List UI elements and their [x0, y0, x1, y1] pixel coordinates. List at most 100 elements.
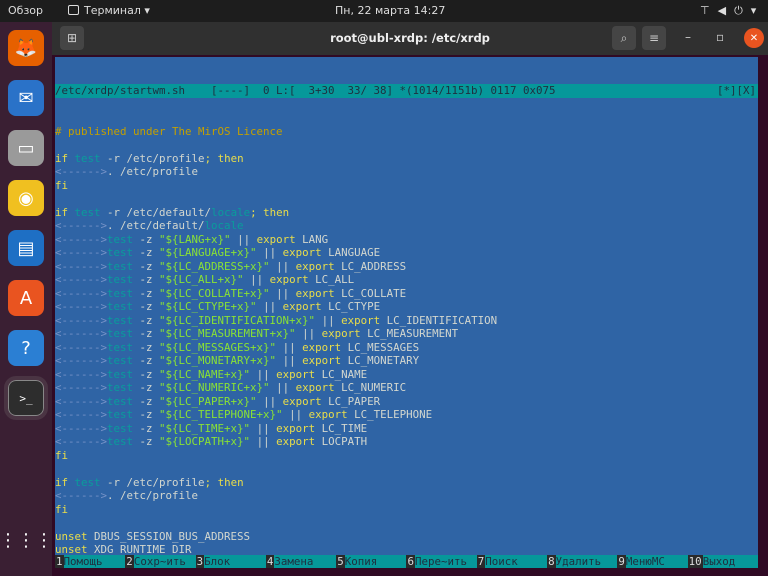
code-line: <------>test -z "${LC_ADDRESS+x}" || exp…: [55, 260, 758, 274]
terminal-icon[interactable]: >_: [4, 376, 48, 420]
code-token-op: -z: [133, 340, 160, 354]
code-token-cmd: test: [74, 205, 101, 219]
code-token-op: -z: [133, 259, 160, 273]
menu-button[interactable]: ≡: [642, 26, 666, 50]
search-button[interactable]: ⌕: [612, 26, 636, 50]
code-token-op: LC_COLLATE: [334, 286, 407, 300]
code-token-op: DBUS_SESSION_BUS_ADDRESS: [87, 529, 251, 543]
code-token-op: ||: [230, 232, 257, 246]
fkey-label: Блок: [204, 555, 266, 568]
code-token-op: ||: [250, 367, 277, 381]
code-token-op: LC_TIME: [315, 421, 368, 435]
fkey-2-button[interactable]: 2 Сохр~ить: [125, 555, 196, 568]
code-token-kw: unset: [55, 529, 88, 543]
fkey-1-button[interactable]: 1 Помощь: [55, 555, 126, 568]
code-token-op: -z: [133, 381, 160, 394]
app-menu[interactable]: Терминал ▾: [68, 4, 150, 17]
terminal-area[interactable]: /etc/xrdp/startwm.sh [----] 0 L:[ 3+30 3…: [52, 55, 768, 576]
code-token-cmd: test: [107, 340, 134, 354]
code-token-kw: export: [321, 327, 361, 340]
power-icon: ⏻: [734, 4, 751, 17]
thunderbird-icon[interactable]: ✉: [8, 80, 44, 116]
code-token-cmd: test: [107, 313, 134, 327]
fkey-number: 9: [617, 555, 626, 568]
code-token-op: LC_MESSAGES: [341, 340, 420, 354]
status-flags[interactable]: [*][X]: [717, 84, 756, 98]
code-token-tab: <------>: [55, 394, 108, 408]
code-token-op: -z: [133, 367, 160, 381]
code-token-tab: <------>: [55, 327, 108, 340]
code-token-str: "${LC_PAPER+x}": [159, 394, 257, 408]
code-token-kw: fi: [55, 178, 69, 192]
code-token-cmd: test: [107, 408, 134, 421]
mcedit-editor[interactable]: /etc/xrdp/startwm.sh [----] 0 L:[ 3+30 3…: [55, 57, 758, 568]
code-token-str: "${LOCPATH+x}": [159, 435, 251, 448]
code-line: <------>test -z "${LC_MEASUREMENT+x}" ||…: [55, 327, 758, 341]
code-token-op: LC_IDENTIFICATION: [380, 313, 498, 327]
code-line: if test -r /etc/profile; then: [55, 152, 758, 166]
code-line: <------>. /etc/profile: [55, 489, 758, 503]
fkey-7-button[interactable]: 7 Поиск: [476, 555, 548, 568]
code-token-cmd: test: [107, 421, 134, 435]
help-icon[interactable]: ?: [8, 330, 44, 366]
code-area[interactable]: # published under The MirOS Licence if te…: [55, 125, 758, 569]
code-token-kw: export: [256, 232, 296, 246]
code-token-op: ||: [256, 300, 283, 313]
fkey-8-button[interactable]: 8 Удалить: [547, 555, 618, 568]
code-token-str: "${LC_NAME+x}": [159, 367, 251, 381]
fkey-5-button[interactable]: 5 Копия: [336, 555, 407, 568]
software-icon[interactable]: A: [8, 280, 44, 316]
fkey-10-button[interactable]: 10 Выход: [687, 555, 758, 568]
code-token-kw: export: [276, 435, 316, 448]
code-token-op: -z: [133, 232, 160, 246]
code-token-str: "${LC_NUMERIC+x}": [159, 381, 270, 394]
code-token-op: -z: [133, 408, 160, 421]
code-token-kw: if: [55, 205, 69, 219]
code-token-op: LC_NUMERIC: [334, 381, 407, 394]
fkey-6-button[interactable]: 6 Пере~ить: [406, 555, 477, 568]
code-line: fi: [55, 503, 758, 517]
maximize-button[interactable]: ▫: [716, 30, 724, 44]
show-apps-icon[interactable]: ⋮⋮⋮: [0, 522, 53, 558]
code-token-str: "${LC_COLLATE+x}": [159, 286, 270, 300]
code-line: if test -r /etc/profile; then: [55, 476, 758, 490]
code-token-kw: export: [282, 394, 322, 408]
function-key-bar: 1 Помощь 2 Сохр~ить 3 Блок 4 Замена 5 Копия 6 Пере~…: [55, 555, 758, 568]
code-token-op: ||: [276, 354, 303, 367]
code-token-tab: <------>: [55, 381, 108, 394]
clock[interactable]: Пн, 22 марта 14:27: [335, 4, 445, 17]
writer-icon[interactable]: ▤: [8, 230, 44, 266]
code-line: <------>test -z "${LC_PAPER+x}" || expor…: [55, 395, 758, 409]
code-token-kw: ; then: [204, 475, 244, 489]
code-token-str: "${LANG+x}": [159, 232, 231, 246]
fkey-9-button[interactable]: 9 МенюМС: [617, 555, 688, 568]
fkey-3-button[interactable]: 3 Блок: [195, 555, 266, 568]
close-button[interactable]: ✕: [744, 28, 764, 48]
code-line: <------>test -z "${LC_MESSAGES+x}" || ex…: [55, 341, 758, 355]
rhythmbox-icon[interactable]: ◉: [8, 180, 44, 216]
app-menu-label: Терминал ▾: [84, 4, 150, 17]
code-token-op: -z: [133, 313, 160, 327]
code-token-cmd: test: [107, 435, 134, 448]
code-token-op: ||: [276, 340, 303, 354]
terminal-small-icon: [68, 5, 79, 15]
minimize-button[interactable]: –: [685, 30, 691, 44]
code-token-cmd: test: [107, 367, 134, 381]
firefox-icon[interactable]: 🦊: [8, 30, 44, 66]
network-icon: ⊤: [700, 4, 718, 17]
code-line: if test -r /etc/default/locale; then: [55, 206, 758, 220]
fkey-number: 8: [547, 555, 556, 568]
code-token-op: LC_ALL: [308, 273, 355, 286]
code-token-tab: <------>: [55, 340, 108, 354]
code-token-tab: <------>: [55, 354, 108, 367]
files-icon[interactable]: ▭: [8, 130, 44, 166]
code-token-op: ||: [250, 421, 277, 435]
code-token-cmd: test: [107, 232, 134, 246]
code-token-tab: <------>: [55, 286, 108, 300]
activities-button[interactable]: Обзор: [8, 4, 43, 17]
fkey-4-button[interactable]: 4 Замена: [265, 555, 337, 568]
system-menu[interactable]: ⊤◀⏻▾: [700, 4, 764, 18]
code-line: <------>test -z "${LOCPATH+x}" || export…: [55, 435, 758, 449]
